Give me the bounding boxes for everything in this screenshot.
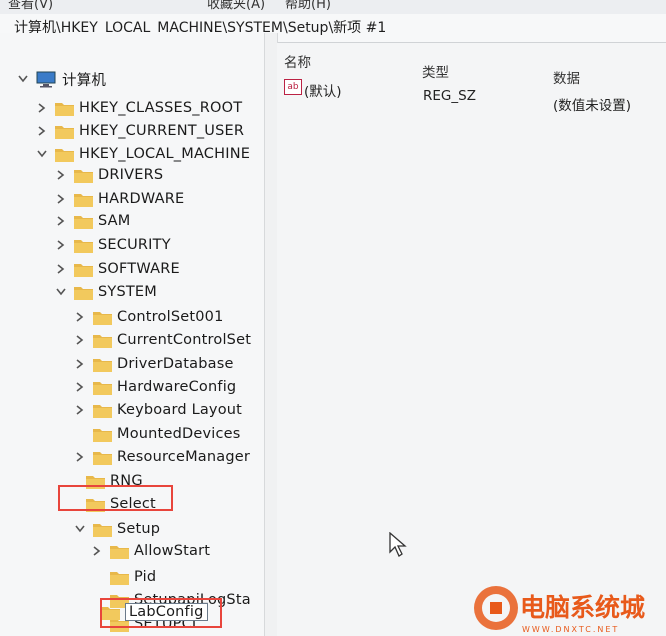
folder-icon bbox=[93, 381, 112, 395]
tree-item-label: SYSTEM bbox=[98, 284, 157, 300]
watermark-title: 电脑系统城 bbox=[520, 593, 645, 622]
column-type-header[interactable]: 类型 bbox=[422, 61, 449, 81]
tree-key-hardwareconfig[interactable]: HardwareConfig bbox=[73, 376, 236, 398]
tree-item-label: HKEY_CURRENT_USER bbox=[79, 123, 245, 139]
folder-icon bbox=[93, 311, 112, 325]
value-type: REG_SZ bbox=[423, 88, 476, 104]
tree-item-label: Keyboard Layout bbox=[117, 402, 243, 418]
folder-icon bbox=[74, 193, 93, 207]
tree-item-label: Setup bbox=[117, 521, 161, 537]
labconfig-highlight-box bbox=[100, 598, 222, 628]
mouse-cursor-icon bbox=[389, 532, 407, 557]
registry-tree: 计算机 HKEY_CLASSES_ROOT HKEY_CURRENT_USER HKE… bbox=[0, 33, 264, 636]
chevron-right-icon[interactable] bbox=[35, 124, 49, 138]
tree-item-label: SECURITY bbox=[98, 237, 171, 253]
tree-hive-hkey_local_machine[interactable]: HKEY_LOCAL_MACHINE bbox=[35, 143, 250, 165]
folder-icon bbox=[74, 239, 93, 253]
tree-key-resourcemanager[interactable]: ResourceManager bbox=[73, 446, 250, 468]
chevron-right-icon[interactable] bbox=[54, 262, 68, 276]
chevron-right-icon[interactable] bbox=[73, 450, 87, 464]
tree-item-label: AllowStart bbox=[134, 543, 211, 559]
chevron-right-icon[interactable] bbox=[73, 333, 87, 347]
chevron-right-icon[interactable] bbox=[35, 101, 49, 115]
chevron-right-icon[interactable] bbox=[73, 380, 87, 394]
tree-item-label: ResourceManager bbox=[117, 449, 251, 465]
chevron-right-icon[interactable] bbox=[73, 357, 87, 371]
value-name[interactable]: (默认) bbox=[304, 80, 342, 100]
folder-icon bbox=[93, 358, 112, 372]
chevron-right-icon[interactable] bbox=[90, 544, 104, 558]
chevron-down-icon[interactable] bbox=[54, 285, 68, 299]
tree-key-sam[interactable]: SAM bbox=[54, 210, 131, 232]
value-data: (数值未设置) bbox=[553, 98, 632, 114]
tree-item-label: SAM bbox=[98, 213, 131, 229]
folder-icon bbox=[74, 169, 93, 183]
tree-item-label: HKEY_CLASSES_ROOT bbox=[79, 100, 243, 116]
setup-highlight-box bbox=[58, 485, 173, 511]
tree-key-controlset001[interactable]: ControlSet001 bbox=[73, 306, 224, 328]
chevron-right-icon[interactable] bbox=[54, 238, 68, 252]
chevron-right-icon[interactable] bbox=[54, 168, 68, 182]
chevron-right-icon[interactable] bbox=[54, 214, 68, 228]
menu-help[interactable]: 帮助(H) bbox=[285, 0, 331, 12]
tree-key-system[interactable]: SYSTEM bbox=[54, 281, 157, 303]
tree-item-label: DRIVERS bbox=[98, 167, 164, 183]
folder-icon bbox=[93, 334, 112, 348]
tree-key-drivers[interactable]: DRIVERS bbox=[54, 164, 163, 186]
folder-icon bbox=[93, 451, 112, 465]
tree-item-label: HardwareConfig bbox=[117, 379, 237, 395]
folder-icon bbox=[110, 571, 129, 585]
folder-icon bbox=[55, 148, 74, 162]
values-pane: 名称 类型 数据 ab (默认) REG_SZ (数值未设置) bbox=[277, 43, 666, 636]
folder-icon bbox=[93, 404, 112, 418]
folder-icon bbox=[55, 125, 74, 139]
tree-root-computer[interactable]: 计算机 bbox=[16, 68, 106, 90]
tree-key-mounteddevices[interactable]: MountedDevices bbox=[73, 423, 241, 445]
chevron-down-icon[interactable] bbox=[35, 147, 49, 161]
tree-key-setup[interactable]: Setup bbox=[73, 518, 160, 540]
folder-icon bbox=[74, 263, 93, 277]
tree-key-pid[interactable]: Pid bbox=[90, 566, 156, 588]
chevron-down-icon[interactable] bbox=[16, 72, 30, 86]
tree-key-driverdatabase[interactable]: DriverDatabase bbox=[73, 353, 234, 375]
folder-icon bbox=[74, 215, 93, 229]
watermark-url: WWW.DNXTC.NET bbox=[522, 625, 619, 634]
tree-item-label: SOFTWARE bbox=[98, 261, 180, 277]
computer-icon bbox=[36, 71, 56, 87]
tree-hive-hkey_classes_root[interactable]: HKEY_CLASSES_ROOT bbox=[35, 97, 242, 119]
menu-bar: 查看(V) 收藏夹(A) 帮助(H) bbox=[0, 0, 666, 14]
chevron-right-icon[interactable] bbox=[73, 310, 87, 324]
column-name-header[interactable]: 名称 bbox=[284, 51, 311, 71]
watermark-logo: 电脑系统城 WWW.DNXTC.NET bbox=[474, 586, 645, 634]
chevron-down-icon[interactable] bbox=[73, 522, 87, 536]
chevron-right-icon[interactable] bbox=[54, 192, 68, 206]
tree-key-hardware[interactable]: HARDWARE bbox=[54, 188, 184, 210]
menu-favorites[interactable]: 收藏夹(A) bbox=[207, 0, 265, 12]
tree-item-label: DriverDatabase bbox=[117, 356, 234, 372]
folder-icon bbox=[93, 523, 112, 537]
tree-item-label: HKEY_LOCAL_MACHINE bbox=[79, 146, 251, 162]
chevron-right-icon[interactable] bbox=[73, 403, 87, 417]
column-data-header[interactable]: 数据 bbox=[553, 67, 580, 87]
tree-item-label: HARDWARE bbox=[98, 191, 185, 207]
folder-icon bbox=[93, 428, 112, 442]
tree-scrollbar[interactable] bbox=[264, 33, 278, 636]
tree-key-software[interactable]: SOFTWARE bbox=[54, 258, 180, 280]
tree-key-security[interactable]: SECURITY bbox=[54, 234, 171, 256]
string-value-icon: ab bbox=[284, 79, 302, 95]
tree-key-currentcontrolset[interactable]: CurrentControlSet bbox=[73, 329, 251, 351]
tree-item-label: CurrentControlSet bbox=[117, 332, 252, 348]
tree-item-label: 计算机 bbox=[62, 72, 107, 89]
tree-key-allowstart[interactable]: AllowStart bbox=[90, 540, 210, 562]
tree-item-label: MountedDevices bbox=[117, 426, 241, 442]
tree-item-label: ControlSet001 bbox=[117, 309, 224, 325]
menu-view[interactable]: 查看(V) bbox=[8, 0, 53, 12]
folder-icon bbox=[55, 102, 74, 116]
tree-key-keyboard-layout[interactable]: Keyboard Layout bbox=[73, 399, 242, 421]
tree-item-label: Pid bbox=[134, 569, 157, 585]
tree-hive-hkey_current_user[interactable]: HKEY_CURRENT_USER bbox=[35, 120, 244, 142]
folder-icon bbox=[74, 286, 93, 300]
folder-icon bbox=[110, 545, 129, 559]
